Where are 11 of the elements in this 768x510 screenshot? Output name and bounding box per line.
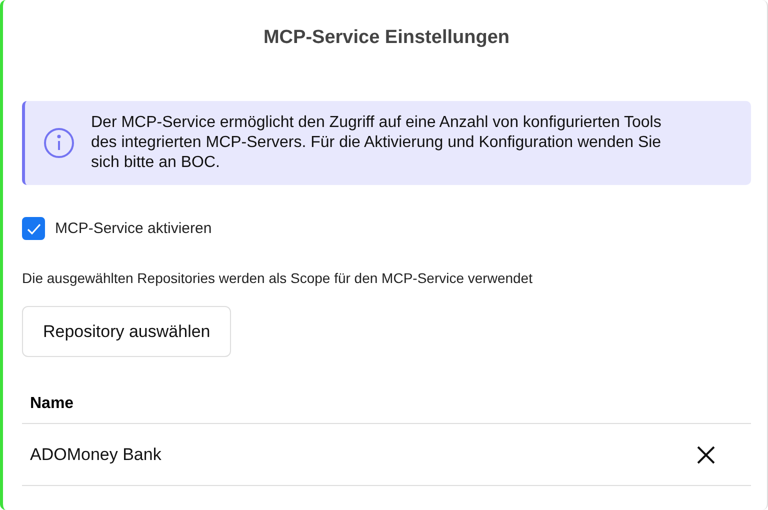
scope-description: Die ausgewählten Repositories werden als Scope für den MCP-Service verwendet: [22, 270, 534, 286]
remove-button[interactable]: [697, 446, 715, 464]
close-icon: [697, 446, 715, 464]
column-header: Name: [30, 395, 74, 412]
table-cell: ADOMoney Bank: [30, 444, 162, 464]
dialog-title: MCP-Service Einstellungen: [262, 27, 510, 49]
enable-checkbox[interactable]: [22, 217, 45, 240]
checkbox-label: MCP-Service aktivieren: [55, 220, 212, 237]
select-repository-button[interactable]: Repository auswählen: [22, 306, 232, 357]
info-text: Der MCP-Service ermöglicht den Zugriff auf eine Anzahl von konfigurierten Tools des integrierten MCP-Servers. Für die Aktivierung und Konfiguration wenden Sie sich bitte an BOC.: [91, 113, 662, 173]
info-icon: [43, 127, 75, 159]
